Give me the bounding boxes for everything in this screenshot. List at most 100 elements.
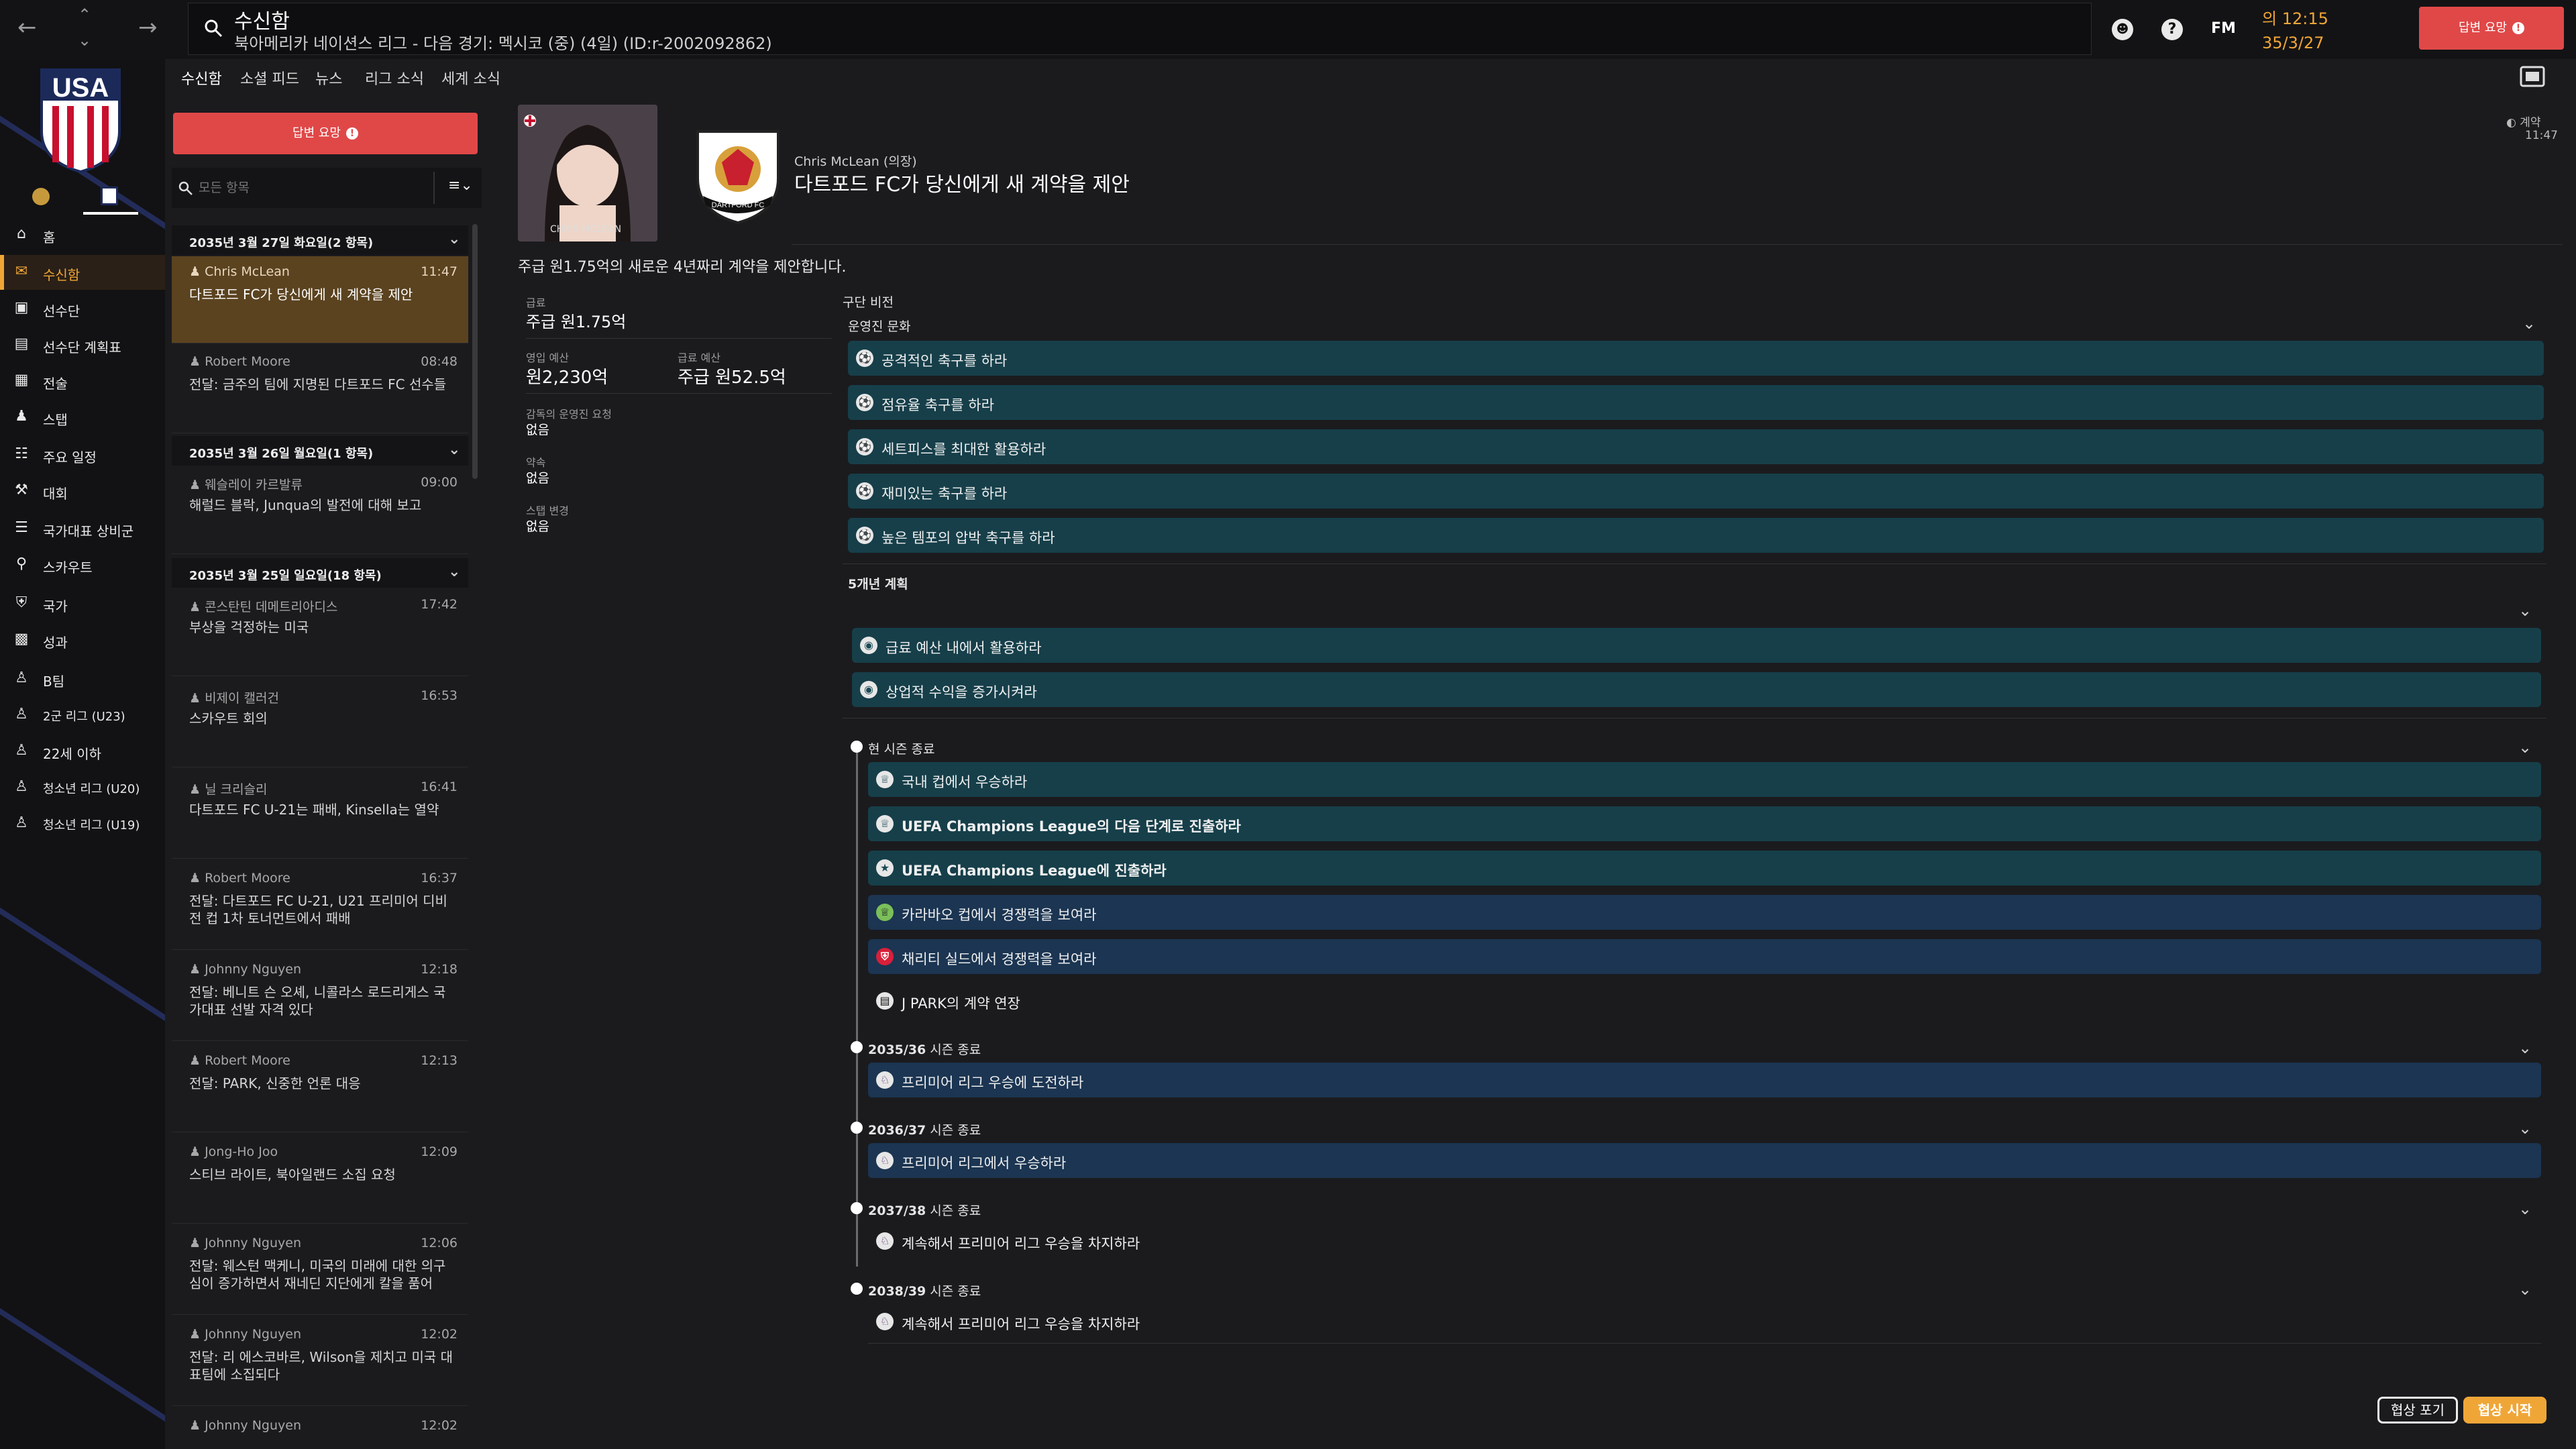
reply-required-button[interactable]: 답변 요망! (173, 113, 478, 154)
tab-news[interactable]: 뉴스 (315, 67, 342, 89)
salary-value: 주급 원1.75억 (526, 313, 627, 331)
message-subject: 스티브 라이트, 북아일랜드 소집 요청 (189, 1167, 396, 1183)
nav-schedule[interactable]: ☷ 주요 일정 (0, 437, 165, 472)
chevron-up-icon[interactable]: ⌃ (78, 7, 91, 23)
face-icon[interactable]: ☻ (2112, 19, 2133, 40)
list-item[interactable]: ♟ Chris McLean 11:47 다트포드 FC가 당신에게 새 계약을… (172, 256, 468, 343)
nav-u23[interactable]: ♙ 2군 리그 (U23) (0, 698, 165, 733)
toggle-icon: ◐ (2506, 116, 2520, 129)
chevron-down-icon[interactable]: ⌄ (2522, 314, 2536, 333)
sender: ♟ Robert Moore (189, 871, 290, 885)
group-header[interactable]: 2035년 3월 25일 일요일(18 항목) ⌄ (172, 558, 468, 588)
list-item[interactable]: ♟ Johnny Nguyen 12:02 전달: 리 에스코바르, Wilson을… (172, 1319, 468, 1406)
chevron-down-icon[interactable]: ⌄ (2518, 738, 2532, 757)
group-header[interactable]: 2035년 3월 27일 화요일(2 항목) ⌄ (172, 225, 468, 255)
club-crest-text: DARTFORD FC (712, 201, 765, 209)
club-switch-icon[interactable] (32, 188, 50, 205)
nav-home[interactable]: ⌂ 홈 (0, 217, 165, 252)
nav-performance[interactable]: ▩ 성과 (0, 623, 165, 657)
list-item[interactable]: ♟ 닐 크리슬리 16:41 다트포드 FC U-21는 패배, Kinsella는… (172, 771, 468, 859)
chevron-down-icon[interactable]: ⌄ (2518, 601, 2532, 620)
list-item[interactable]: ♟ 웨슬레이 카르발류 09:00 해럴드 블락, Junqua의 발전에 대해… (172, 467, 468, 554)
nav-u19[interactable]: ♙ 청소년 리그 (U19) (0, 806, 165, 841)
charity-shield-icon: ⛨ (876, 948, 894, 965)
list-item[interactable]: ♟ 콘스탄틴 데메트리아디스 17:42 부상을 걱정하는 미국 (172, 589, 468, 676)
avatar-caption: CHRIS MCLEAN (550, 224, 622, 235)
list-item[interactable]: ♟ Johnny Nguyen 12:18 전달: 베니트 슨 오셰, 니콜라스 로… (172, 954, 468, 1041)
list-item[interactable]: ♟ Johnny Nguyen 12:06 전달: 웨스턴 맥케니, 미국의 미래에… (172, 1228, 468, 1315)
message-list-scrollbar[interactable] (472, 224, 478, 479)
chevron-down-icon[interactable]: ⌄ (2518, 1199, 2532, 1218)
message-time: 08:48 (421, 354, 458, 369)
list-item[interactable]: ♟ Johnny Nguyen 12:02 (172, 1410, 468, 1449)
objective-item: ★ UEFA Champions League에 진출하라 (868, 851, 2541, 885)
sender: ♟ 비제이 캘러건 (189, 691, 279, 706)
back-arrow-icon[interactable]: ← (17, 16, 37, 39)
team-icon: ♙ (15, 669, 28, 686)
chevron-down-icon[interactable]: ⌄ (78, 32, 91, 48)
list-icon: ☰ (15, 519, 28, 536)
person-icon: ♟ (189, 354, 205, 369)
message-time: 11:47 (2525, 129, 2558, 142)
game-clock: 의 12:15 35/3/27 (2262, 7, 2328, 55)
nav-national-pool[interactable]: ☰ 국가대표 상비군 (0, 511, 165, 546)
nav-u22[interactable]: ♙ 22세 이하 (0, 734, 165, 769)
nav-squad[interactable]: ▣ 선수단 (0, 291, 165, 326)
tab-inbox[interactable]: 수신함 (181, 67, 222, 98)
nation-switch-icon[interactable] (101, 186, 118, 205)
start-negotiation-button[interactable]: 협상 시작 (2463, 1397, 2546, 1424)
staff-icon: ♟ (15, 408, 28, 425)
chevron-down-icon[interactable]: ⌄ (2518, 1119, 2532, 1138)
list-item[interactable]: ♟ Jong-Ho Joo 12:09 스티브 라이트, 북아일랜드 소집 요청 (172, 1136, 468, 1224)
list-item[interactable]: ♟ Robert Moore 12:13 전달: PARK, 신중한 언론 대응 (172, 1045, 468, 1132)
sender: ♟ Robert Moore (189, 1053, 290, 1068)
portrait-icon (518, 105, 657, 241)
group-header[interactable]: 2035년 3월 26일 월요일(1 항목) ⌄ (172, 436, 468, 466)
promise-value: 없음 (526, 471, 549, 486)
search-bar[interactable]: 수신함 북아메리카 네이션스 리그 - 다음 경기: 멕시코 (중) (4일) … (188, 3, 2092, 55)
sort-menu-icon[interactable]: ≡⌄ (448, 177, 473, 194)
objective-item: ♘ 프리미어 리그에서 우승하라 (868, 1143, 2541, 1178)
screen-mode-icon[interactable] (2520, 66, 2545, 87)
forward-arrow-icon[interactable]: → (138, 16, 158, 39)
continue-reply-button[interactable]: 답변 요망! (2419, 7, 2564, 50)
sender: ♟ Robert Moore (189, 354, 290, 369)
nav-u20[interactable]: ♙ 청소년 리그 (U20) (0, 770, 165, 805)
help-icon[interactable]: ? (2161, 19, 2183, 40)
abandon-negotiation-button[interactable]: 협상 포기 (2377, 1397, 2458, 1424)
briefcase-icon: ▩ (14, 631, 29, 647)
tab-league-news[interactable]: 리그 소식 (365, 67, 424, 89)
transfer-budget-value: 원2,230억 (526, 368, 608, 388)
requests-label: 감독의 운영진 요청 (526, 408, 612, 421)
nav-tactics[interactable]: ▦ 전술 (0, 364, 165, 398)
list-item[interactable]: ♟ 비제이 캘러건 16:53 스카우트 회의 (172, 680, 468, 767)
list-item[interactable]: ♟ Robert Moore 08:48 전달: 금주의 팀에 지명된 다트포드… (172, 346, 468, 433)
fm-menu-button[interactable]: FM (2211, 20, 2236, 37)
sender-avatar[interactable]: CHRIS MCLEAN (518, 105, 657, 241)
message-subject: 부상을 걱정하는 미국 (189, 619, 309, 635)
nav-inbox[interactable]: ✉ 수신함 (0, 255, 165, 290)
nav-squad-planner[interactable]: ▤ 선수단 계획표 (0, 327, 165, 362)
timeline-heading: 2037/38 시즌 종료 (868, 1203, 981, 1218)
contract-icon: ▤ (876, 992, 894, 1010)
message-search-input[interactable] (199, 174, 427, 201)
message-subject: 다트포드 FC U-21는 패배, Kinsella는 열약 (189, 802, 439, 818)
team-icon: ♙ (15, 814, 28, 831)
culture-item: ⚽ 점유율 축구를 하라 (848, 385, 2544, 420)
chevron-down-icon[interactable]: ⌄ (2518, 1038, 2532, 1057)
premier-league-icon: ♘ (876, 1152, 894, 1169)
list-item[interactable]: ♟ Robert Moore 16:37 전달: 다트포드 FC U-21, U21… (172, 863, 468, 950)
nav-scouting[interactable]: ⚲ 스카우트 (0, 547, 165, 582)
nav-competitions[interactable]: ⚒ 대회 (0, 474, 165, 508)
tab-social-feed[interactable]: 소셜 피드 (240, 67, 299, 89)
tab-world-news[interactable]: 세계 소식 (441, 67, 500, 89)
calendar-icon: ☷ (15, 445, 28, 462)
nav-staff[interactable]: ♟ 스탭 (0, 400, 165, 435)
chevron-down-icon[interactable]: ⌄ (2518, 1280, 2532, 1299)
alert-icon: ! (345, 127, 358, 140)
sender: ♟ Johnny Nguyen (189, 1418, 302, 1433)
nav-nation[interactable]: ⛨ 국가 (0, 586, 165, 621)
nav-b-team[interactable]: ♙ B팀 (0, 661, 165, 696)
message-time: 17:42 (421, 597, 458, 612)
objective-item: ⛨ 채리티 실드에서 경쟁력을 보여라 (868, 939, 2541, 974)
